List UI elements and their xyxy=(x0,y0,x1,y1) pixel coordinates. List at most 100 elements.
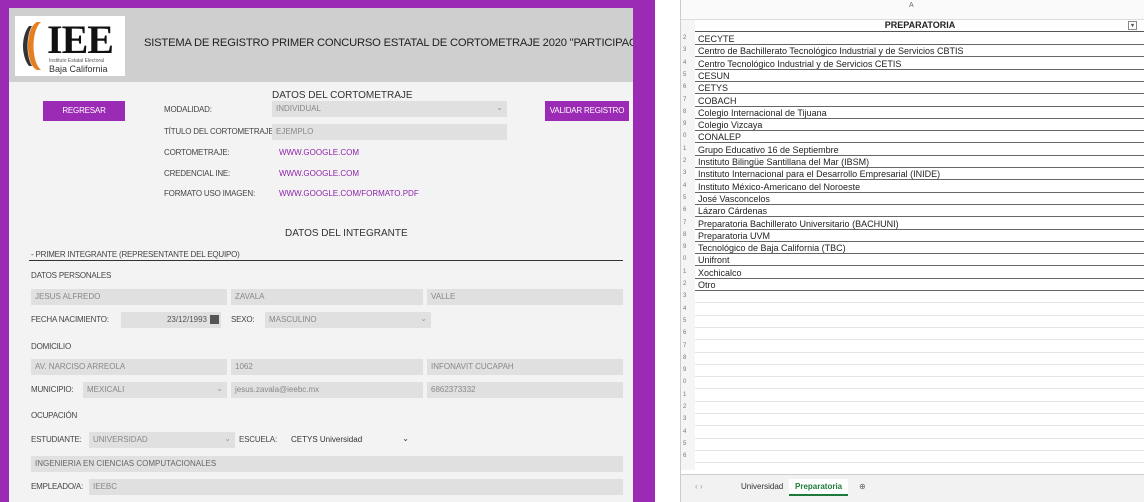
sheet-cell[interactable]: Instituto México-Americano del Noroeste xyxy=(695,181,1144,193)
filter-dropdown-icon[interactable]: ▾ xyxy=(1128,21,1137,30)
row-number[interactable]: 2 xyxy=(683,404,686,410)
sheet-cell[interactable] xyxy=(695,427,1144,439)
row-number[interactable]: 8 xyxy=(683,355,686,361)
escuela-select[interactable]: CETYS Universidad ⌄ xyxy=(287,432,413,448)
calendar-icon[interactable] xyxy=(210,315,219,324)
row-number[interactable]: 5 xyxy=(683,72,686,78)
modalidad-select[interactable]: INDIVIDUAL ⌄ xyxy=(272,101,507,117)
ine-link[interactable]: WWW.GOOGLE.COM xyxy=(279,169,359,178)
sheet-cell[interactable]: Unifront xyxy=(695,254,1144,267)
empleado-input[interactable]: IEEBC xyxy=(89,479,623,495)
row-number[interactable]: 0 xyxy=(683,256,686,262)
row-number[interactable]: 5 xyxy=(683,441,686,447)
row-number[interactable]: 7 xyxy=(683,97,686,103)
fecha-input[interactable]: 23/12/1993 xyxy=(121,312,221,328)
row-number[interactable]: 4 xyxy=(683,60,686,66)
sheet-cell[interactable]: Preparatoria Bachillerato Universitario … xyxy=(695,218,1144,230)
row-number[interactable]: 3 xyxy=(683,416,686,422)
row-number[interactable]: 1 xyxy=(683,146,686,152)
apellido-paterno-input[interactable]: ZAVALA xyxy=(231,289,423,305)
sheet-cell[interactable]: Otro xyxy=(695,279,1144,291)
sheet-cell[interactable] xyxy=(695,304,1144,316)
sheet-cell[interactable]: Grupo Educativo 16 de Septiembre xyxy=(695,144,1144,156)
row-number[interactable]: 1 xyxy=(683,269,686,275)
sheet-cell[interactable] xyxy=(695,341,1144,353)
column-letter[interactable]: A xyxy=(909,2,914,9)
sheet-cell[interactable] xyxy=(695,365,1144,378)
row-number[interactable]: 9 xyxy=(683,121,686,127)
sheet-cell[interactable]: CECYTE xyxy=(695,33,1144,45)
sheet-cell[interactable]: Centro Tecnológico Industrial y de Servi… xyxy=(695,58,1144,70)
row-number[interactable]: 6 xyxy=(683,453,686,459)
row-number[interactable]: 9 xyxy=(683,244,686,250)
row-number[interactable]: 8 xyxy=(683,109,686,115)
sheet-cell[interactable]: CESUN xyxy=(695,70,1144,82)
row-number[interactable]: 0 xyxy=(683,379,686,385)
row-number[interactable]: 8 xyxy=(683,232,686,238)
sheet-cell[interactable]: Tecnológico de Baja California (TBC) xyxy=(695,242,1144,255)
row-number[interactable]: 5 xyxy=(683,318,686,324)
titulo-input[interactable]: EJEMPLO xyxy=(272,124,507,140)
validate-button[interactable]: VALIDAR REGISTRO xyxy=(545,101,629,121)
row-number[interactable]: 6 xyxy=(683,84,686,90)
sheet-cell[interactable]: Instituto Internacional para el Desarrol… xyxy=(695,168,1144,181)
telefono-input[interactable]: 6862373332 xyxy=(427,382,623,398)
numero-input[interactable]: 1062 xyxy=(231,359,423,375)
sheet-cell[interactable]: Preparatoria UVM xyxy=(695,230,1144,242)
municipio-select[interactable]: MEXICALI ⌄ xyxy=(83,382,227,398)
sheet-cell[interactable] xyxy=(695,377,1144,390)
row-number[interactable]: 4 xyxy=(683,306,686,312)
formato-link[interactable]: WWW.GOOGLE.COM/FORMATO.PDF xyxy=(279,189,419,198)
tab-universidad[interactable]: Universidad xyxy=(735,479,789,494)
row-number[interactable]: 2 xyxy=(683,35,686,41)
row-number[interactable]: 1 xyxy=(683,392,686,398)
sheet-cell[interactable]: Lázaro Cárdenas xyxy=(695,205,1144,218)
colonia-input[interactable]: INFONAVIT CUCAPAH xyxy=(427,359,623,375)
sheet-cell[interactable] xyxy=(695,414,1144,427)
sheet-cell[interactable]: COBACH xyxy=(695,95,1144,107)
sheet-cell[interactable] xyxy=(695,291,1144,304)
row-number[interactable]: 2 xyxy=(683,158,686,164)
sheet-cell[interactable]: José Vasconcelos xyxy=(695,193,1144,205)
estudiante-select[interactable]: UNIVERSIDAD ⌄ xyxy=(89,432,235,448)
sheet-header-cell[interactable]: PREPARATORIA ▾ xyxy=(695,20,1144,32)
sheet-nav-arrows[interactable]: ‹ › xyxy=(689,479,709,494)
row-number[interactable]: 0 xyxy=(683,133,686,139)
sheet-cell[interactable] xyxy=(695,451,1144,464)
row-number[interactable]: 4 xyxy=(683,183,686,189)
row-number[interactable]: 6 xyxy=(683,330,686,336)
row-number[interactable]: 5 xyxy=(683,195,686,201)
row-number[interactable]: 6 xyxy=(683,207,686,213)
sheet-cell[interactable] xyxy=(695,316,1144,328)
row-number[interactable]: 3 xyxy=(683,170,686,176)
sexo-select[interactable]: MASCULINO ⌄ xyxy=(265,312,431,328)
row-number[interactable]: 7 xyxy=(683,220,686,226)
sheet-cell[interactable]: Xochicalco xyxy=(695,267,1144,279)
sheet-cell[interactable] xyxy=(695,328,1144,341)
carrera-input[interactable]: INGENIERIA EN CIENCIAS COMPUTACIONALES xyxy=(31,456,623,472)
sheet-cell[interactable]: Colegio Vizcaya xyxy=(695,119,1144,132)
sheet-cell[interactable]: CONALEP xyxy=(695,131,1144,144)
nombre-input[interactable]: JESUS ALFREDO xyxy=(31,289,227,305)
sheet-cell[interactable] xyxy=(695,390,1144,402)
add-sheet-icon[interactable]: ⊕ xyxy=(853,479,872,494)
sheet-cell[interactable]: Colegio Internacional de Tijuana xyxy=(695,107,1144,119)
calle-input[interactable]: AV. NARCISO ARREOLA xyxy=(31,359,227,375)
sheet-cell[interactable]: Instituto Bilingüe Santillana del Mar (I… xyxy=(695,156,1144,168)
row-number[interactable]: 7 xyxy=(683,343,686,349)
sheet-cell[interactable]: CETYS xyxy=(695,82,1144,95)
row-number[interactable]: 4 xyxy=(683,429,686,435)
email-input[interactable]: jesus.zavala@ieebc.mx xyxy=(231,382,423,398)
row-number[interactable]: 9 xyxy=(683,367,686,373)
sheet-cell[interactable] xyxy=(695,402,1144,414)
row-number[interactable]: 3 xyxy=(683,47,686,53)
sheet-cell[interactable] xyxy=(695,439,1144,451)
cortometraje-link[interactable]: WWW.GOOGLE.COM xyxy=(279,148,359,157)
row-number[interactable]: 3 xyxy=(683,293,686,299)
sheet-cell[interactable]: Centro de Bachillerato Tecnológico Indus… xyxy=(695,45,1144,58)
row-number[interactable]: 2 xyxy=(683,281,686,287)
apellido-materno-input[interactable]: VALLE xyxy=(427,289,623,305)
tab-preparatoria[interactable]: Preparatoria xyxy=(789,479,849,496)
sheet-cell[interactable] xyxy=(695,353,1144,365)
back-button[interactable]: REGRESAR xyxy=(43,101,125,121)
